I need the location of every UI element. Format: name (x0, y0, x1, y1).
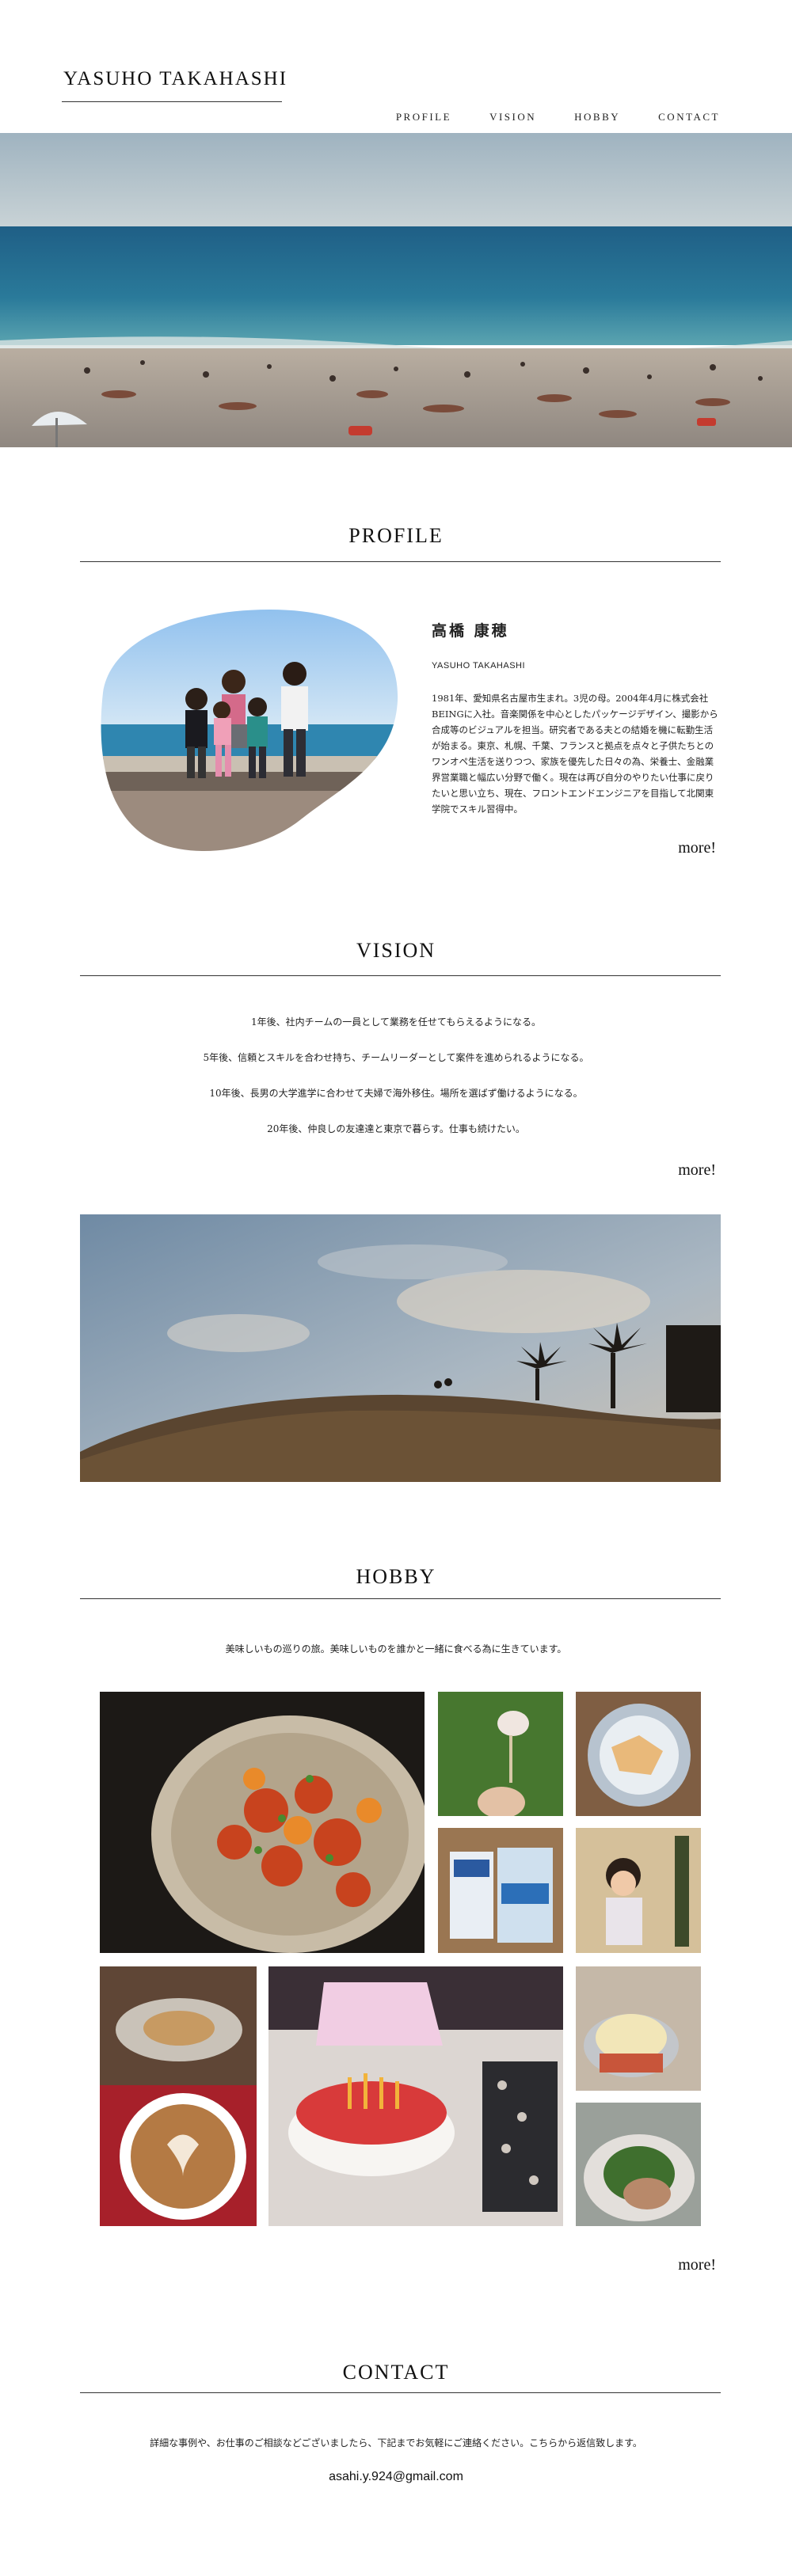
vision-divider (80, 975, 721, 976)
profile-more-link[interactable]: more! (678, 839, 716, 857)
logo-underline (62, 101, 282, 102)
hobby-heading: HOBBY (356, 1565, 436, 1588)
hero-beach-image (0, 133, 792, 447)
main-nav: PROFILE VISION HOBBY CONTACT (396, 111, 720, 123)
vision-more-link[interactable]: more! (678, 1161, 716, 1180)
dune-landscape-image (80, 1214, 721, 1482)
hobby-photo-butter-packs (438, 1828, 563, 1953)
hobby-photo-marshmallow (438, 1692, 563, 1816)
contact-email-link[interactable]: asahi.y.924@gmail.com (0, 2470, 792, 2484)
nav-hobby[interactable]: HOBBY (574, 111, 620, 123)
vision-line-20yr: 20年後、仲良しの友達達と東京で暮らす。仕事も続けたい。 (267, 1123, 525, 1134)
vision-line-5yr: 5年後、信頼とスキルを合わせ持ち、チームリーダーとして案件を進められるようになる… (203, 1052, 589, 1063)
hobby-photo-child-wine (576, 1828, 701, 1953)
profile-bio: 1981年、愛知県名古屋市生まれ。3児の母。2004年4月に株式会社BEINGに… (432, 693, 718, 815)
nav-vision[interactable]: VISION (489, 111, 536, 123)
hobby-photo-salad (576, 2103, 701, 2226)
hobby-more-link[interactable]: more! (678, 2256, 716, 2274)
hobby-divider (80, 1598, 721, 1599)
profile-name-jp: 高橋 康穂 (432, 622, 509, 640)
hobby-photo-cheese (576, 1966, 701, 2091)
hobby-photo-latte (100, 1966, 257, 2226)
site-logo[interactable]: YASUHO TAKAHASHI (63, 68, 287, 90)
vision-line-1yr: 1年後、社内チームの一員として業務を任せてもらえるようになる。 (251, 1016, 541, 1028)
contact-heading: CONTACT (342, 2361, 450, 2384)
beach-illustration (0, 133, 792, 447)
contact-divider (80, 2392, 721, 2393)
hobby-photo-pastry-plate (576, 1692, 701, 1816)
profile-heading: PROFILE (348, 524, 444, 547)
profile-divider (80, 561, 721, 562)
hobby-intro: 美味しいもの巡りの旅。美味しいものを誰かと一緒に食べる為に生きています。 (225, 1643, 567, 1655)
contact-text: 詳細な事例や、お仕事のご相談などございましたら、下記までお気軽にご連絡ください。… (150, 2437, 642, 2449)
nav-profile[interactable]: PROFILE (396, 111, 451, 123)
vision-heading: VISION (356, 939, 436, 962)
family-photo (79, 606, 404, 859)
profile-name-en: YASUHO TAKAHASHI (432, 661, 526, 671)
hobby-photo-birthday-cake (268, 1966, 563, 2226)
vision-line-10yr: 10年後、長男の大学進学に合わせて夫婦で海外移住。場所を選ばず働けるようになる。 (209, 1088, 583, 1099)
nav-contact[interactable]: CONTACT (658, 111, 720, 123)
vision-list: 1年後、社内チームの一員として業務を任せてもらえるようになる。 5年後、信頼とス… (0, 1016, 792, 1158)
hobby-photo-main-dish (100, 1692, 425, 1953)
